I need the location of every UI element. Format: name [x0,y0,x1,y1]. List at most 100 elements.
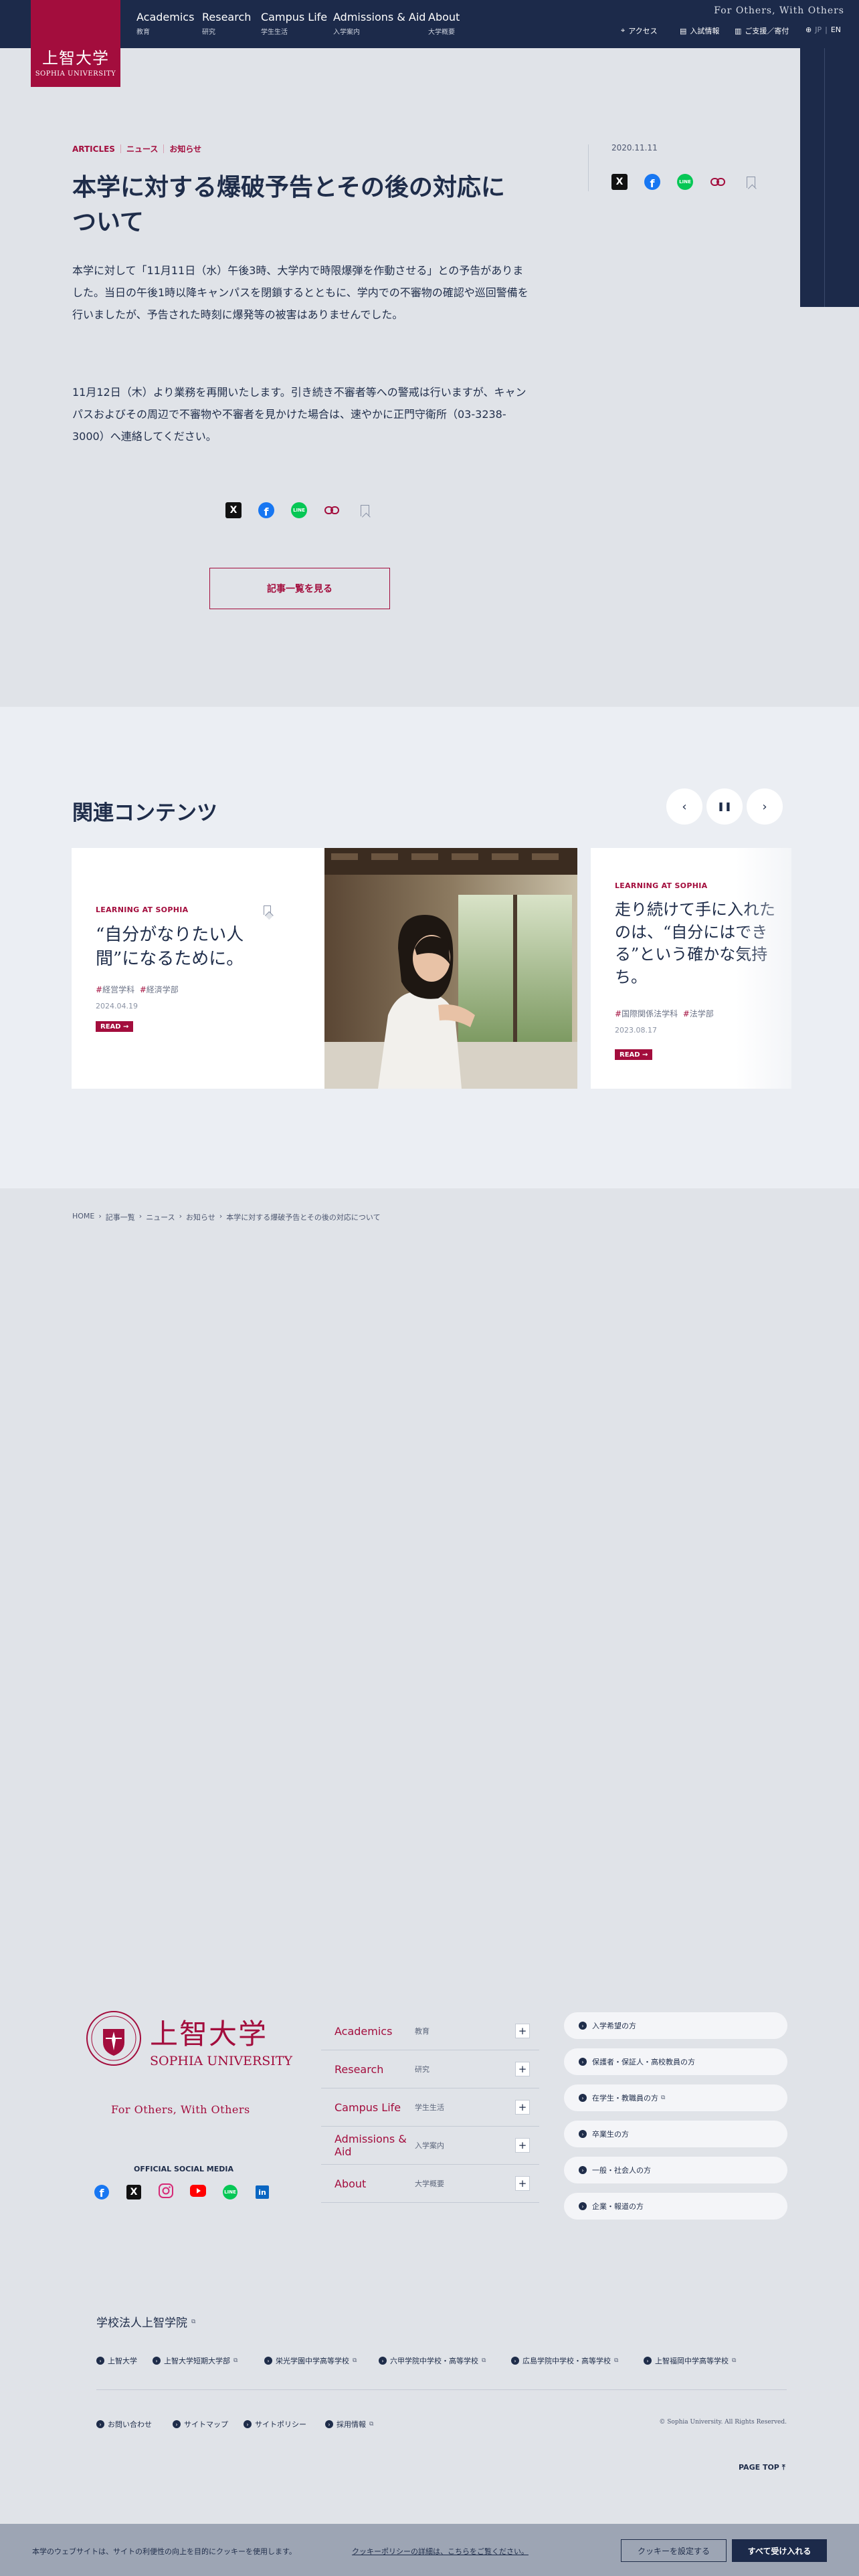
nav-admissions[interactable]: Admissions & Aid 入学案内 [333,11,425,36]
footer-nav-admissions[interactable]: Admissions & Aid 入学案内 + [321,2127,539,2165]
cookie-settings-button[interactable]: クッキーを設定する [621,2539,727,2562]
plus-icon[interactable]: + [515,2138,530,2153]
share-bar-bottom: X f LINE [225,502,389,518]
card-tag[interactable]: 国際関係法学科 [622,1009,678,1018]
footer-nav-campus-life[interactable]: Campus Life 学生生活 + [321,2088,539,2127]
audience-label: 企業・報道の方 [592,2202,644,2211]
share-x-button[interactable]: X [225,502,242,518]
card-tag[interactable]: 経営学科 [102,985,134,994]
careers-link[interactable]: › 採用情報 ⧉ [325,2419,373,2430]
globe-icon: ⊕ [805,25,812,34]
group-link-sophia[interactable]: › 上智大学 [96,2355,137,2366]
tag-hash: # [615,1009,622,1018]
bookmark-button[interactable] [743,174,759,190]
lang-ja[interactable]: JP [815,25,822,34]
card-tag[interactable]: 法学部 [690,1009,714,1018]
share-line-button[interactable]: LINE [291,502,307,518]
share-facebook-button[interactable]: f [644,174,660,190]
arrow-right-icon: › [579,2202,587,2210]
cookie-accept-button[interactable]: すべて受け入れる [732,2539,827,2562]
card-read-button[interactable]: READ → [96,1021,134,1032]
audience-alumni[interactable]: › 卒業生の方 [564,2121,787,2147]
plus-icon[interactable]: + [515,2100,530,2115]
plus-icon[interactable]: + [515,2176,530,2191]
copy-link-button[interactable] [324,502,340,518]
bookmark-button[interactable] [357,502,373,518]
external-link-icon: ⧉ [191,2318,196,2325]
audience-general[interactable]: › 一般・社会人の方 [564,2157,787,2183]
breadcrumb-news[interactable]: ニュース [146,1212,175,1222]
related-card[interactable]: LEARNING AT SOPHIA “自分がなりたい人間”になるために。 #経… [72,848,324,1089]
facebook-icon: f [258,502,274,518]
card-bookmark-button[interactable] [264,905,271,915]
share-line-button[interactable]: LINE [677,174,693,190]
plus-icon[interactable]: + [515,2024,530,2038]
school-group-link[interactable]: 学校法人上智学院 ⧉ [96,2313,195,2330]
bookmark-icon [746,176,755,188]
card-title: “自分がなりたい人間”になるために。 [96,925,244,970]
breadcrumb-notice[interactable]: お知らせ [186,1212,215,1222]
card-tag[interactable]: 経済学部 [147,985,179,994]
facebook-link[interactable]: f [94,2185,109,2199]
group-link-rokko[interactable]: › 六甲学院中学校・高等学校 ⧉ [379,2355,486,2366]
support-link[interactable]: ▥ ご支援／寄付 [735,25,789,36]
group-link-fukuoka[interactable]: › 上智福岡中学高等学校 ⧉ [644,2355,736,2366]
x-icon: X [126,2185,141,2199]
instagram-link[interactable] [159,2183,173,2199]
arrow-right-icon: › [579,2094,587,2102]
line-link[interactable]: LINE [223,2185,237,2199]
site-logo[interactable]: 上智大学 SOPHIA UNIVERSITY [31,0,120,87]
arrow-right-icon: › [325,2420,333,2428]
group-link-label: 栄光学園中学高等学校 [276,2357,349,2365]
nav-research[interactable]: Research 研究 [202,11,251,36]
access-link[interactable]: ⌖ アクセス [621,25,658,36]
category-articles[interactable]: ARTICLES [72,144,115,154]
nav-campus-life[interactable]: Campus Life 学生生活 [261,11,327,36]
cookie-policy-link[interactable]: クッキーポリシーの詳細は、こちらをご覧ください。 [352,2546,529,2557]
card-read-button[interactable]: READ → [615,1049,653,1060]
carousel-prev-button[interactable]: ‹ [666,788,702,825]
breadcrumb-home[interactable]: HOME [72,1212,94,1222]
footer-nav-about[interactable]: About 大学概要 + [321,2165,539,2203]
breadcrumb-articles[interactable]: 記事一覧 [106,1212,135,1222]
lang-en[interactable]: EN [831,25,841,34]
article-list-button[interactable]: 記事一覧を見る [209,568,390,609]
audience-current[interactable]: › 在学生・教職員の方 ⧉ [564,2084,787,2111]
line-icon: LINE [223,2185,237,2199]
footer-nav-research[interactable]: Research 研究 + [321,2050,539,2088]
carousel-pause-button[interactable]: ❚❚ [706,788,743,825]
group-link-eiko[interactable]: › 栄光学園中学高等学校 ⧉ [264,2355,357,2366]
category-notice[interactable]: お知らせ [169,143,201,154]
arrow-right-icon: › [96,2357,104,2365]
site-policy-link[interactable]: › サイトポリシー [244,2419,306,2430]
map-pin-icon: ⌖ [621,26,626,35]
tag-hash: # [96,985,103,994]
share-facebook-button[interactable]: f [258,502,274,518]
audience-prospective[interactable]: › 入学希望の方 [564,2012,787,2039]
exam-info-link[interactable]: ▤ 入試情報 [680,25,719,36]
audience-business[interactable]: › 企業・報道の方 [564,2193,787,2220]
share-x-button[interactable]: X [611,174,628,190]
breadcrumb-current: 本学に対する爆破予告とその後の対応について [226,1213,381,1222]
page-top-button[interactable]: PAGE TOP ⤒ [739,2463,785,2472]
footer-nav-academics[interactable]: Academics 教育 + [321,2012,539,2050]
audience-parents[interactable]: › 保護者・保証人・高校教員の方 [564,2048,787,2075]
youtube-link[interactable] [190,2185,206,2199]
copy-link-button[interactable] [710,174,726,190]
category-news[interactable]: ニュース [126,143,158,154]
group-link-hiroshima[interactable]: › 広島学院中学校・高等学校 ⧉ [511,2355,618,2366]
group-link-junior-college[interactable]: › 上智大学短期大学部 ⧉ [153,2355,237,2366]
nav-about[interactable]: About 大学概要 [428,11,460,36]
external-link-icon: ⧉ [732,2357,737,2364]
contact-link[interactable]: › お問い合わせ [96,2419,152,2430]
sitemap-link[interactable]: › サイトマップ [173,2419,228,2430]
carousel-next-button[interactable]: › [747,788,783,825]
footer-logo[interactable]: 上智大学 SOPHIA UNIVERSITY [86,2010,292,2069]
x-link[interactable]: X [126,2185,141,2199]
linkedin-link[interactable]: in [255,2185,270,2199]
footer-nav-label: Research [335,2062,384,2076]
plus-icon[interactable]: + [515,2062,530,2076]
divider [824,48,825,307]
card-photo[interactable] [324,848,577,1089]
nav-academics[interactable]: Academics 教育 [136,11,194,36]
